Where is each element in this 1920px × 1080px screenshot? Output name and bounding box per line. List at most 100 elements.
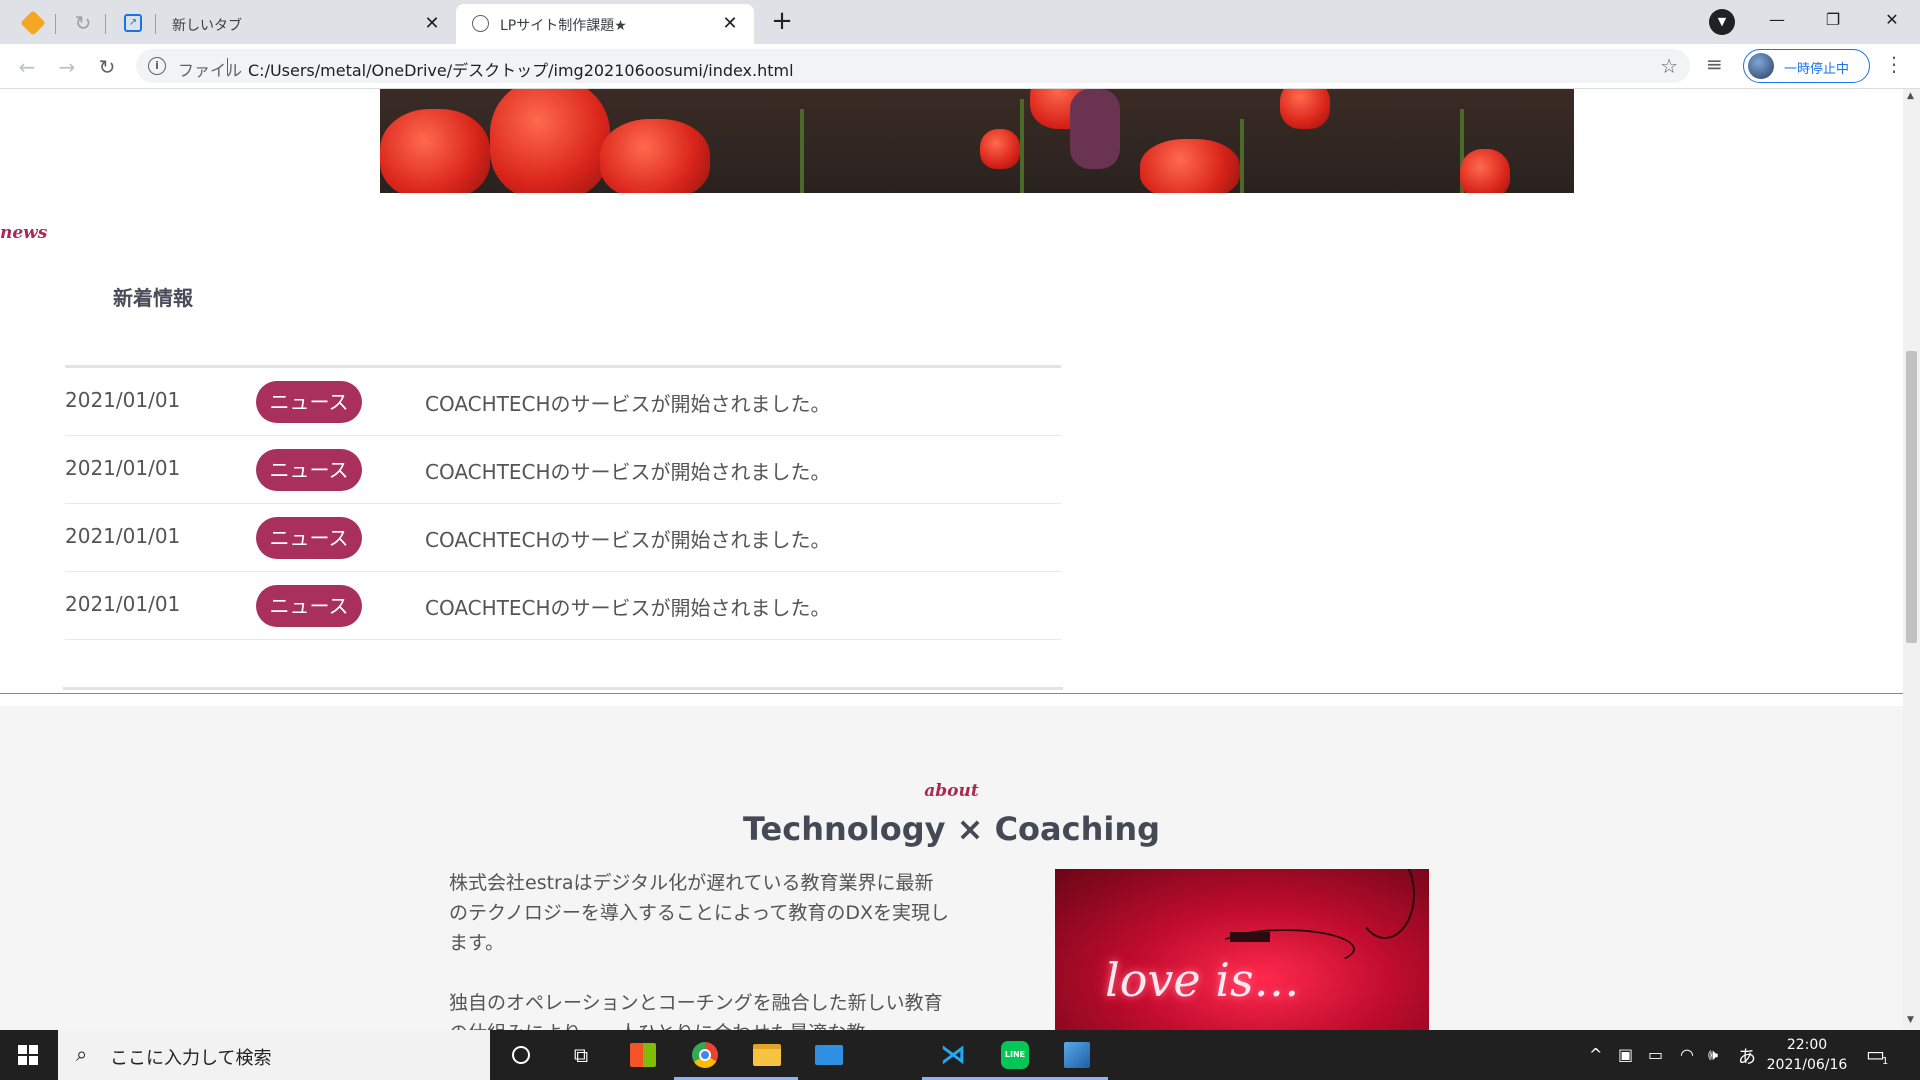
info-icon[interactable]: i — [148, 57, 166, 75]
notification-count: 1 — [1882, 1056, 1889, 1067]
battery-icon[interactable]: ▭ — [1648, 1045, 1663, 1064]
neon-text: love is… — [1105, 953, 1300, 1007]
scroll-down-icon[interactable]: ▼ — [1907, 1015, 1914, 1025]
new-tab-button[interactable]: + — [767, 6, 797, 36]
close-window-button[interactable]: ✕ — [1864, 0, 1920, 40]
neon-sign-image: love is… — [1055, 869, 1429, 1030]
tray-chevron-icon[interactable]: ^ — [1589, 1045, 1602, 1064]
news-tag-badge[interactable]: ニュース — [256, 381, 362, 423]
section-divider — [0, 693, 1903, 694]
scroll-up-icon[interactable]: ▲ — [1907, 91, 1914, 101]
scrollbar-thumb[interactable] — [1906, 351, 1917, 643]
profile-button[interactable]: 一時停止中 — [1743, 49, 1870, 83]
chrome-icon — [692, 1042, 718, 1068]
app-icon — [20, 10, 46, 36]
news-title[interactable]: COACHTECHのサービスが開始されました。 — [425, 524, 831, 553]
news-date: 2021/01/01 — [65, 456, 181, 480]
wifi-icon[interactable]: ◠ — [1680, 1045, 1694, 1064]
link-icon: ↗ — [124, 14, 142, 32]
pinned-tab-app[interactable] — [10, 6, 56, 40]
taskbar-mail[interactable] — [798, 1030, 860, 1080]
about-paragraph: 株式会社estraはデジタル化が遅れている教育業界に最新のテクノロジーを導入する… — [449, 872, 949, 954]
line-icon: LINE — [1001, 1041, 1029, 1069]
cortana-icon — [512, 1046, 530, 1064]
vscode-icon: ⋊ — [940, 1040, 966, 1070]
profile-status: 一時停止中 — [1784, 62, 1850, 77]
scheme-label: ファイル — [178, 61, 243, 80]
news-bottom-divider — [63, 687, 1063, 690]
address-bar[interactable]: i ファイル C:/Users/metal/OneDrive/デスクトップ/im… — [136, 49, 1690, 83]
media-control-icon[interactable]: ▼ — [1709, 9, 1735, 35]
tab-new[interactable]: 新しいタブ ✕ — [156, 4, 456, 44]
photos-icon — [1064, 1042, 1090, 1068]
mail-icon — [815, 1045, 843, 1065]
clock-time: 22:00 — [1786, 1037, 1828, 1053]
news-title[interactable]: COACHTECHのサービスが開始されました。 — [425, 388, 831, 417]
page-viewport: news 新着情報 2021/01/01 ニュース COACHTECHのサービス… — [0, 89, 1903, 1030]
tab-title: 新しいタブ — [172, 18, 242, 34]
volume-icon[interactable]: 🕪 — [1708, 1045, 1718, 1065]
tab-title: LPサイト制作課題★ — [500, 18, 627, 34]
news-title[interactable]: COACHTECHのサービスが開始されました。 — [425, 456, 831, 485]
taskbar-line[interactable]: LINE — [984, 1030, 1046, 1080]
taskbar-search[interactable]: ⌕ ここに入力して検索 — [58, 1030, 490, 1080]
taskbar-explorer[interactable] — [736, 1030, 798, 1080]
news-date: 2021/01/01 — [65, 592, 181, 616]
taskbar-store[interactable] — [612, 1030, 674, 1080]
menu-icon[interactable]: ⋮ — [1884, 52, 1904, 76]
windows-icon — [18, 1045, 38, 1065]
about-paragraph: 独自のオペレーションとコーチングを融合した新しい教育の仕組みにより、一人ひとりに… — [449, 992, 943, 1030]
news-item[interactable]: 2021/01/01 ニュース COACHTECHのサービスが開始されました。 — [65, 572, 1061, 640]
reload-button[interactable]: ↻ — [92, 52, 122, 82]
search-placeholder: ここに入力して検索 — [110, 1048, 272, 1069]
task-view-icon: ⧉ — [573, 1043, 589, 1067]
page-scrollbar[interactable]: ▲ ▼ — [1903, 89, 1920, 1030]
back-button[interactable]: ← — [12, 52, 42, 82]
news-item[interactable]: 2021/01/01 ニュース COACHTECHのサービスが開始されました。 — [65, 368, 1061, 436]
pinned-tab-link[interactable]: ↗ — [110, 6, 156, 40]
task-view-button[interactable]: ⧉ — [550, 1030, 612, 1080]
about-description: 株式会社estraはデジタル化が遅れている教育業界に最新のテクノロジーを導入する… — [449, 868, 949, 1030]
news-tag-badge[interactable]: ニュース — [256, 449, 362, 491]
ime-indicator[interactable]: あ — [1738, 1043, 1756, 1069]
avatar — [1748, 53, 1774, 79]
forward-button[interactable]: → — [52, 52, 82, 82]
cortana-button[interactable] — [490, 1030, 552, 1080]
address-divider — [227, 58, 228, 75]
bookmark-star-icon[interactable]: ☆ — [1660, 54, 1678, 78]
news-section-label: news — [0, 223, 48, 243]
tray-app-icon[interactable]: ▣ — [1618, 1045, 1633, 1064]
reading-list-icon[interactable]: ≡ — [1706, 52, 1723, 76]
taskbar-clock[interactable]: 22:00 2021/06/16 — [1762, 1035, 1852, 1075]
news-item[interactable]: 2021/01/01 ニュース COACHTECHのサービスが開始されました。 — [65, 436, 1061, 504]
news-tag-badge[interactable]: ニュース — [256, 517, 362, 559]
folder-icon — [753, 1044, 781, 1066]
start-button[interactable] — [0, 1030, 56, 1080]
news-item[interactable]: 2021/01/01 ニュース COACHTECHのサービスが開始されました。 — [65, 504, 1061, 572]
maximize-button[interactable]: ❐ — [1805, 0, 1861, 40]
store-icon — [630, 1043, 656, 1067]
close-tab-icon[interactable]: ✕ — [720, 13, 740, 34]
news-title[interactable]: COACHTECHのサービスが開始されました。 — [425, 592, 831, 621]
news-heading: 新着情報 — [113, 286, 193, 310]
url-text[interactable]: C:/Users/metal/OneDrive/デスクトップ/img202106… — [248, 57, 794, 81]
about-title: Technology × Coaching — [742, 810, 1161, 848]
news-date: 2021/01/01 — [65, 524, 181, 548]
tab-strip: ↻ ↗ 新しいタブ ✕ LPサイト制作課題★ ✕ + ▼ — ❐ ✕ — [0, 0, 1920, 44]
minimize-button[interactable]: — — [1749, 0, 1805, 40]
taskbar: ⌕ ここに入力して検索 ⧉ ⋊ LINE ^ ▣ ▭ ◠ 🕪 あ 22:00 2… — [0, 1030, 1920, 1080]
hero-image — [380, 89, 1574, 193]
taskbar-vscode[interactable]: ⋊ — [922, 1030, 984, 1080]
browser-toolbar: ← → ↻ i ファイル C:/Users/metal/OneDrive/デスク… — [0, 44, 1920, 89]
taskbar-chrome[interactable] — [674, 1030, 736, 1080]
clock-date: 2021/06/16 — [1766, 1057, 1848, 1073]
neon-bracket — [1230, 932, 1270, 942]
globe-icon — [472, 15, 489, 32]
close-tab-icon[interactable]: ✕ — [422, 13, 442, 34]
pinned-tab-loading[interactable]: ↻ — [60, 6, 106, 40]
news-tag-badge[interactable]: ニュース — [256, 585, 362, 627]
tab-active[interactable]: LPサイト制作課題★ ✕ — [456, 4, 754, 44]
search-icon: ⌕ — [76, 1042, 88, 1066]
taskbar-photos[interactable] — [1046, 1030, 1108, 1080]
about-section — [0, 706, 1903, 1030]
